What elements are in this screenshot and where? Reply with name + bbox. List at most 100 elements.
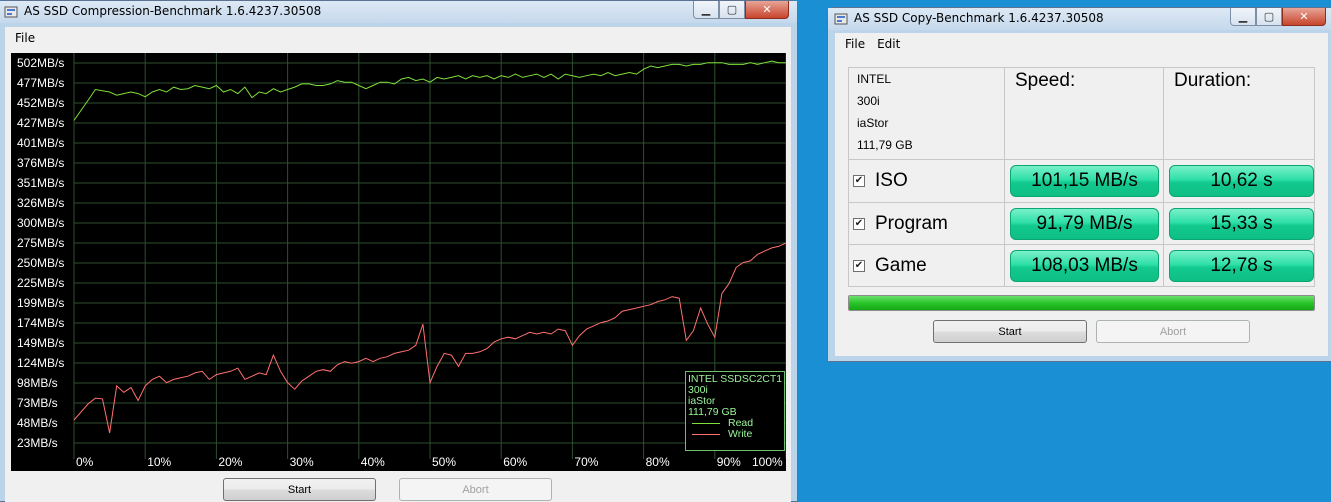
y-tick-label: 48MB/s xyxy=(17,416,58,430)
x-tick-label: 90% xyxy=(717,455,741,469)
abort-button[interactable]: Abort xyxy=(399,478,552,501)
legend-write-swatch xyxy=(692,434,720,435)
device-model: 300i xyxy=(857,94,880,108)
y-tick-label: 23MB/s xyxy=(17,436,58,450)
copy-benchmark-window: AS SSD Copy-Benchmark 1.6.4237.30508 ▁ ▢… xyxy=(827,7,1331,362)
y-tick-label: 300MB/s xyxy=(17,216,64,230)
title-bar[interactable]: AS SSD Copy-Benchmark 1.6.4237.30508 ▁ ▢… xyxy=(828,8,1331,30)
minimize-icon: ▁ xyxy=(1238,10,1248,23)
y-tick-label: 174MB/s xyxy=(17,316,64,330)
menu-edit[interactable]: Edit xyxy=(871,37,906,51)
window-client: File Edit INTEL 300i iaStor 111,79 GB Sp… xyxy=(835,33,1328,356)
iso-duration-cell: 10,62 s xyxy=(1164,160,1315,203)
x-tick-label: 30% xyxy=(290,455,314,469)
y-tick-label: 225MB/s xyxy=(17,276,64,290)
window-client: File 502MB/s 477MB/s 452MB/s 427MB/s 401MB/s… xyxy=(5,27,791,502)
menu-file[interactable]: File xyxy=(9,31,41,45)
caption-buttons: ▁ ▢ ✕ xyxy=(1230,8,1326,26)
minimize-icon: ▁ xyxy=(701,3,711,16)
close-icon: ✕ xyxy=(1299,10,1309,23)
legend-write-row: Write xyxy=(688,429,782,440)
window-title: AS SSD Copy-Benchmark 1.6.4237.30508 xyxy=(854,11,1104,25)
throughput-chart: 502MB/s 477MB/s 452MB/s 427MB/s 401MB/s 376MB… xyxy=(11,53,786,471)
x-tick-label: 80% xyxy=(646,455,670,469)
legend-read-swatch xyxy=(692,423,720,424)
device-driver: iaStor xyxy=(857,116,889,130)
duration-header: Duration: xyxy=(1164,68,1315,160)
start-button[interactable]: Start xyxy=(223,478,376,501)
iso-speed: 101,15 MB/s xyxy=(1010,165,1159,197)
x-tick-label: 40% xyxy=(361,455,385,469)
start-button[interactable]: Start xyxy=(933,320,1087,343)
menu-file[interactable]: File xyxy=(839,37,871,51)
device-size: 111,79 GB xyxy=(857,138,913,152)
iso-name: ISO xyxy=(875,170,908,191)
progress-fill xyxy=(849,296,1314,310)
caption-buttons: ▁ ▢ ✕ xyxy=(693,1,789,19)
x-tick-label: 100% xyxy=(752,455,783,469)
results-grid: INTEL 300i iaStor 111,79 GB Speed: Durat… xyxy=(848,67,1315,287)
close-button[interactable]: ✕ xyxy=(1282,8,1326,26)
chart-legend: INTEL SSDSC2CT1 300i iaStor 111,79 GB Re… xyxy=(685,371,785,451)
minimize-button[interactable]: ▁ xyxy=(1230,8,1256,26)
y-tick-label: 98MB/s xyxy=(17,376,58,390)
y-tick-label: 73MB/s xyxy=(17,396,58,410)
row-iso-label: ✔ ISO xyxy=(849,160,1005,203)
program-duration: 15,33 s xyxy=(1169,208,1314,240)
iso-checkbox[interactable]: ✔ xyxy=(853,175,865,187)
maximize-icon: ▢ xyxy=(1263,10,1275,23)
game-duration-cell: 12,78 s xyxy=(1164,245,1315,287)
program-speed: 91,79 MB/s xyxy=(1010,208,1159,240)
maximize-button[interactable]: ▢ xyxy=(719,1,745,19)
game-speed: 108,03 MB/s xyxy=(1010,250,1159,282)
device-vendor: INTEL xyxy=(857,72,892,86)
y-tick-label: 401MB/s xyxy=(17,136,64,150)
app-icon xyxy=(834,13,848,25)
chart-svg: 502MB/s 477MB/s 452MB/s 427MB/s 401MB/s 376MB… xyxy=(17,53,786,469)
progress-bar xyxy=(848,295,1315,311)
iso-speed-cell: 101,15 MB/s xyxy=(1005,160,1164,203)
compression-benchmark-window: AS SSD Compression-Benchmark 1.6.4237.30… xyxy=(0,0,798,502)
x-tick-label: 50% xyxy=(432,455,456,469)
y-tick-label: 376MB/s xyxy=(17,156,64,170)
y-tick-label: 326MB/s xyxy=(17,196,64,210)
row-game-label: ✔ Game xyxy=(849,245,1005,287)
legend-write-label: Write xyxy=(728,428,753,440)
close-button[interactable]: ✕ xyxy=(745,1,789,19)
y-tick-label: 124MB/s xyxy=(17,356,64,370)
speed-header: Speed: xyxy=(1005,68,1164,160)
y-tick-label: 477MB/s xyxy=(17,76,64,90)
y-tick-label: 149MB/s xyxy=(17,336,64,350)
abort-button[interactable]: Abort xyxy=(1096,320,1250,343)
x-tick-label: 70% xyxy=(574,455,598,469)
row-program-label: ✔ Program xyxy=(849,203,1005,245)
title-bar[interactable]: AS SSD Compression-Benchmark 1.6.4237.30… xyxy=(0,1,797,23)
app-icon xyxy=(4,6,18,18)
game-duration: 12,78 s xyxy=(1169,250,1314,282)
y-tick-label: 427MB/s xyxy=(17,116,64,130)
x-tick-label: 60% xyxy=(503,455,527,469)
program-duration-cell: 15,33 s xyxy=(1164,203,1315,245)
y-tick-label: 351MB/s xyxy=(17,176,64,190)
x-tick-label: 10% xyxy=(147,455,171,469)
program-speed-cell: 91,79 MB/s xyxy=(1005,203,1164,245)
y-tick-label: 199MB/s xyxy=(17,296,64,310)
y-tick-label: 250MB/s xyxy=(17,256,64,270)
window-title: AS SSD Compression-Benchmark 1.6.4237.30… xyxy=(24,4,322,18)
y-tick-label: 275MB/s xyxy=(17,236,64,250)
maximize-button[interactable]: ▢ xyxy=(1256,8,1282,26)
close-icon: ✕ xyxy=(762,3,772,16)
maximize-icon: ▢ xyxy=(726,3,738,16)
menu-bar: File Edit xyxy=(835,33,1328,55)
x-tick-label: 0% xyxy=(76,455,94,469)
x-tick-label: 20% xyxy=(218,455,242,469)
game-checkbox[interactable]: ✔ xyxy=(853,260,865,272)
program-name: Program xyxy=(875,212,948,234)
iso-duration: 10,62 s xyxy=(1169,165,1314,197)
y-tick-label: 452MB/s xyxy=(17,96,64,110)
game-speed-cell: 108,03 MB/s xyxy=(1005,245,1164,287)
minimize-button[interactable]: ▁ xyxy=(693,1,719,19)
y-tick-label: 502MB/s xyxy=(17,56,64,70)
program-checkbox[interactable]: ✔ xyxy=(853,217,865,230)
game-name: Game xyxy=(875,255,927,276)
